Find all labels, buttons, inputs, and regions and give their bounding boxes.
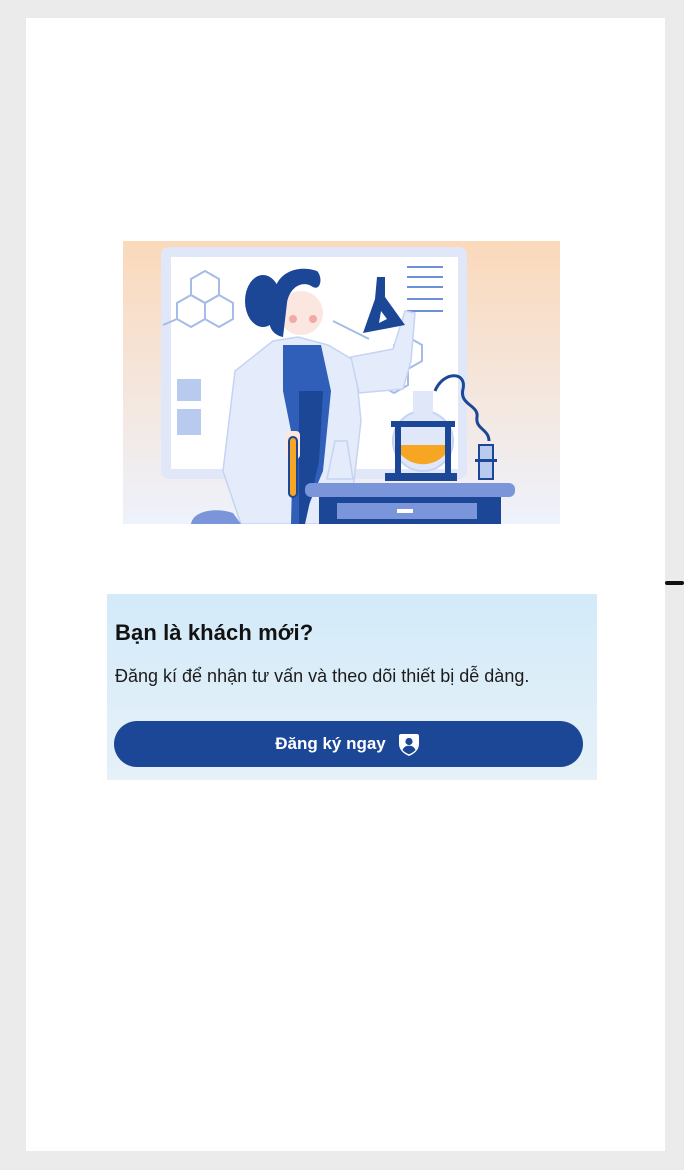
card-description: Đăng kí để nhận tư vấn và theo dõi thiết… xyxy=(115,666,530,686)
card-title: Bạn là khách mới? xyxy=(115,620,314,645)
register-now-button[interactable]: Đăng ký ngay xyxy=(114,721,583,767)
register-now-label: Đăng ký ngay xyxy=(275,734,386,753)
scientist-lab-illustration xyxy=(123,241,560,524)
scroll-indicator[interactable] xyxy=(665,581,684,585)
app-screen xyxy=(26,18,665,1151)
new-customer-card: Bạn là khách mới? Đăng kí để nhận tư vấn… xyxy=(107,594,597,780)
user-shield-icon xyxy=(396,731,422,757)
